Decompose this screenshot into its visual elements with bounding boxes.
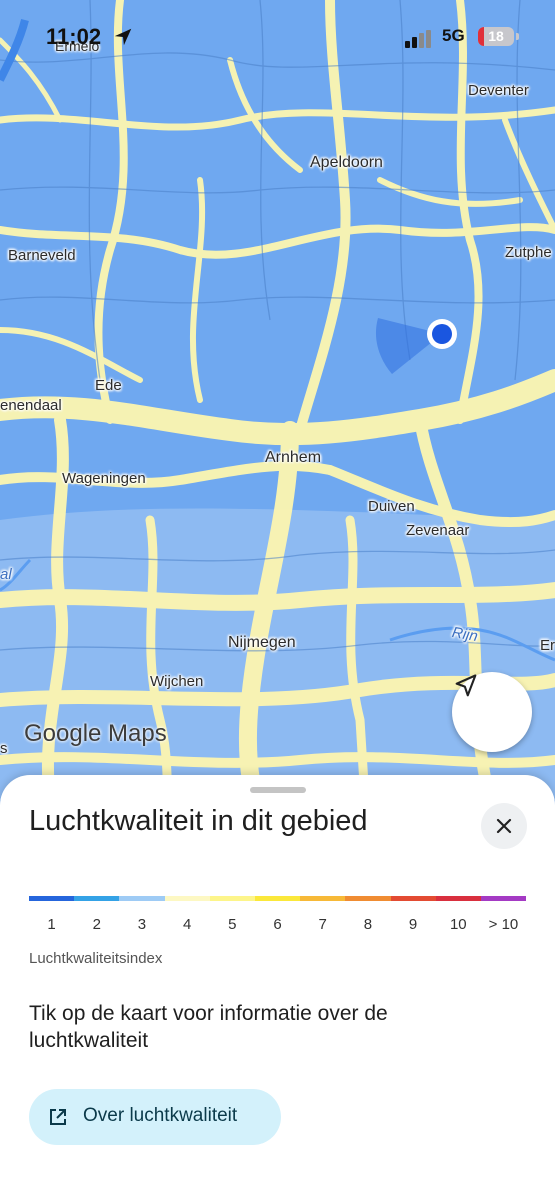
scale-tick-3: 3 xyxy=(137,916,147,933)
place-label-ede[interactable]: Ede xyxy=(95,377,122,394)
about-button-label: Over luchtkwaliteit xyxy=(83,1105,238,1126)
scale-segment-9 xyxy=(390,896,436,901)
close-button[interactable] xyxy=(481,803,527,849)
network-type: 5G xyxy=(442,26,465,45)
scale-segment-11 xyxy=(480,896,527,901)
place-label-wijchen[interactable]: Wijchen xyxy=(150,673,203,690)
cellular-signal-icon xyxy=(405,30,431,48)
scale-segment-1 xyxy=(29,896,75,901)
water-label-edge: al xyxy=(0,566,12,583)
scale-caption: Luchtkwaliteitsindex xyxy=(29,950,163,967)
place-label-deventer[interactable]: Deventer xyxy=(468,82,529,99)
scale-tick-10: 10 xyxy=(449,916,467,933)
scale-tick-8: 8 xyxy=(363,916,373,933)
location-services-icon xyxy=(114,28,132,46)
scale-tick-9: 9 xyxy=(408,916,418,933)
scale-tick-11: > 10 xyxy=(488,916,519,933)
scale-tick-2: 2 xyxy=(92,916,101,933)
air-quality-color-scale xyxy=(29,896,527,901)
scale-tick-1: 1 xyxy=(47,916,56,933)
scale-segment-10 xyxy=(435,896,481,901)
place-label-nijmegen[interactable]: Nijmegen xyxy=(228,634,296,652)
info-text: Tik op de kaart voor informatie over de … xyxy=(29,1002,388,1052)
scale-segment-5 xyxy=(209,896,255,901)
air-quality-sheet: Luchtkwaliteit in dit gebied 1 2 3 4 5 6 7 8 9 10… xyxy=(0,775,555,1200)
scale-tick-4: 4 xyxy=(182,916,192,933)
navigation-arrow-icon xyxy=(455,674,477,697)
scale-segment-6 xyxy=(254,896,301,901)
place-label-zutphen[interactable]: Zutphe xyxy=(505,244,552,261)
place-label-apeldoorn[interactable]: Apeldoorn xyxy=(310,154,383,172)
scale-segment-2 xyxy=(74,896,120,901)
recenter-button[interactable] xyxy=(452,672,532,752)
battery-icon: 18 xyxy=(478,27,514,46)
status-bar: 11:02 5G 18 xyxy=(0,22,555,52)
place-label-wageningen[interactable]: Wageningen xyxy=(62,470,146,487)
status-time: 11:02 xyxy=(46,24,102,49)
sheet-drag-handle[interactable] xyxy=(250,787,306,793)
place-label-veenendaal[interactable]: enendaal xyxy=(0,397,62,414)
place-label-elst[interactable]: Er xyxy=(540,637,555,654)
google-maps-logo: Google Maps xyxy=(24,720,167,747)
scale-segment-3 xyxy=(119,896,165,901)
air-quality-scale-ticks: 1 2 3 4 5 6 7 8 9 10 > 10 xyxy=(29,916,526,933)
air-quality-map[interactable]: Ermelo Deventer Apeldoorn Barneveld Zutp… xyxy=(0,0,555,800)
place-label-duiven[interactable]: Duiven xyxy=(368,498,415,515)
place-label-arnhem[interactable]: Arnhem xyxy=(265,449,321,467)
scale-tick-6: 6 xyxy=(273,916,282,933)
scale-tick-5: 5 xyxy=(228,916,237,933)
place-label-barneveld[interactable]: Barneveld xyxy=(8,247,76,264)
scale-segment-4 xyxy=(164,896,210,901)
about-air-quality-button[interactable]: Over luchtkwaliteit xyxy=(29,1089,281,1145)
place-label-zevenaar[interactable]: Zevenaar xyxy=(406,522,469,539)
scale-segment-7 xyxy=(300,896,346,901)
close-icon xyxy=(496,818,512,834)
place-label-edge: s xyxy=(0,740,8,757)
scale-segment-8 xyxy=(345,896,391,901)
battery-level: 18 xyxy=(488,28,504,44)
sheet-title: Luchtkwaliteit in dit gebied xyxy=(29,805,368,837)
scale-tick-7: 7 xyxy=(318,916,327,933)
open-external-icon xyxy=(50,1109,66,1125)
